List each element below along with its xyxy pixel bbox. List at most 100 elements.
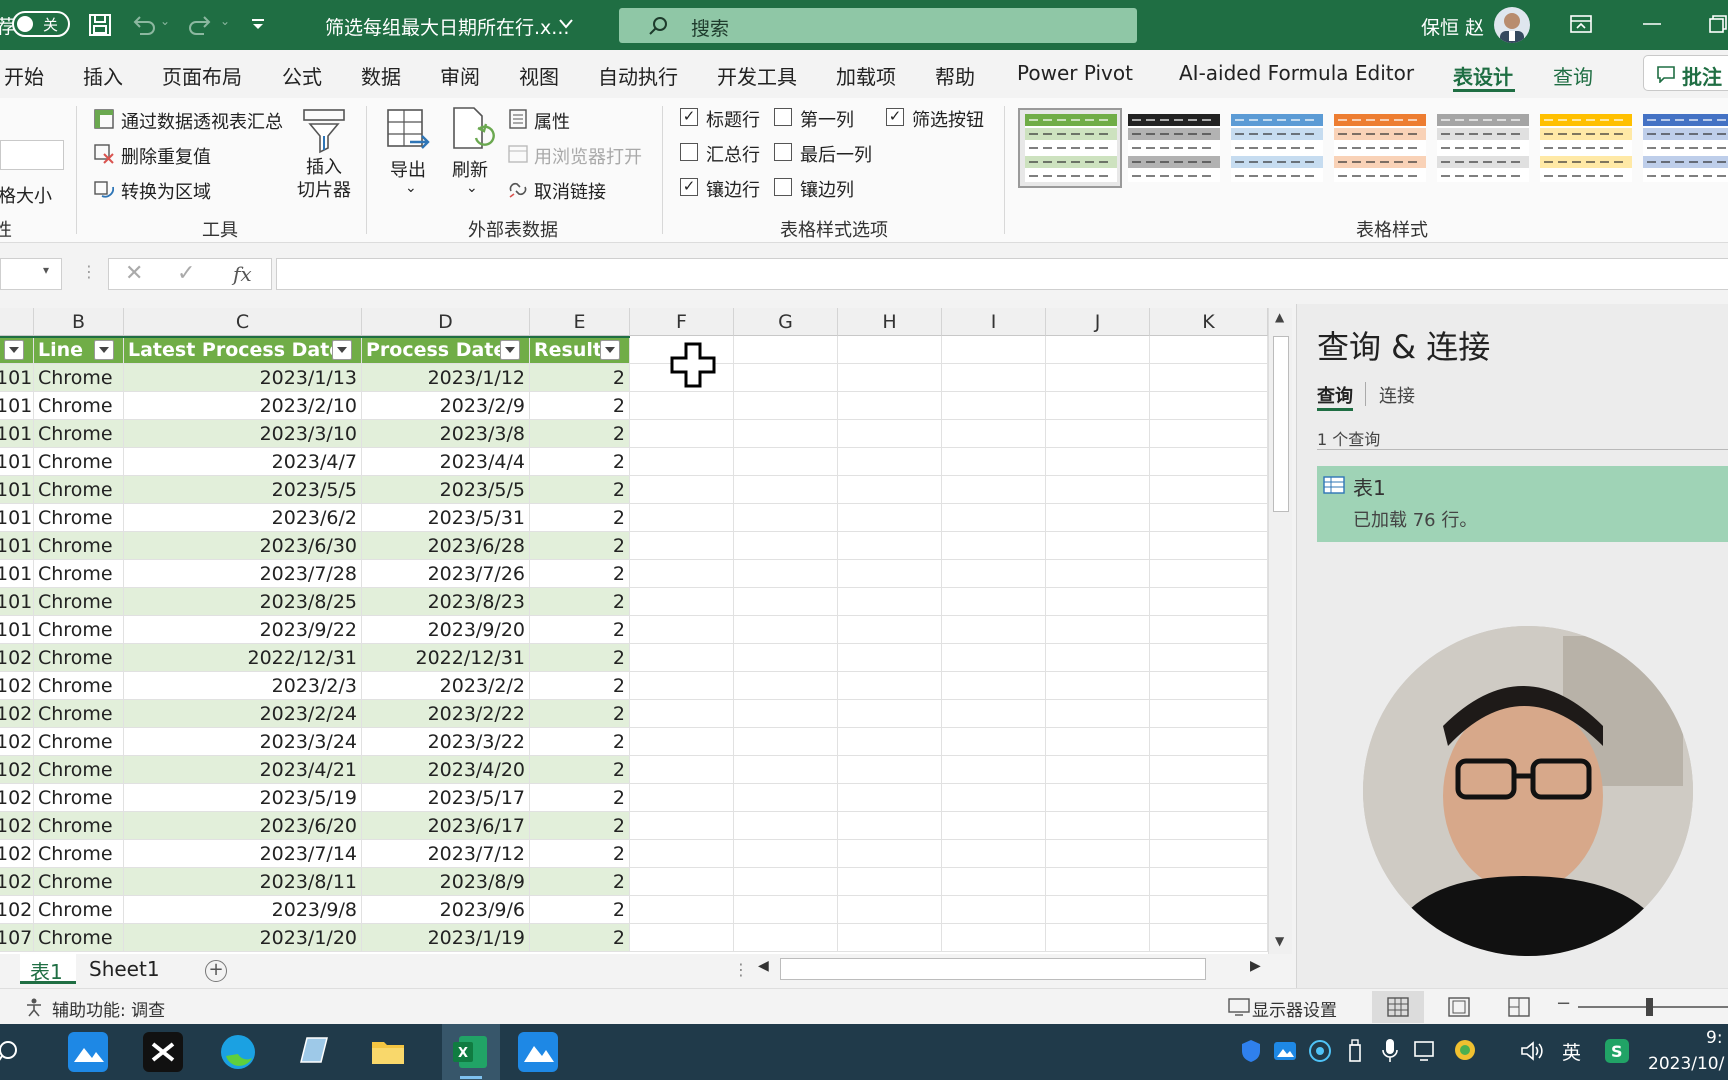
- security-shield-icon[interactable]: [1240, 1038, 1262, 1064]
- table-cell[interactable]: 2: [530, 728, 630, 756]
- empty-cell[interactable]: [734, 392, 838, 420]
- color-app-icon[interactable]: [1453, 1038, 1477, 1062]
- display-tray-icon[interactable]: [1414, 1040, 1440, 1062]
- table-cell[interactable]: 2023/4/4: [362, 448, 530, 476]
- column-header[interactable]: C: [124, 308, 362, 336]
- tab-query[interactable]: 查询: [1553, 61, 1593, 90]
- tab-home[interactable]: 开始: [4, 61, 44, 90]
- table-name-input[interactable]: [0, 140, 64, 170]
- empty-cell[interactable]: [1046, 784, 1150, 812]
- empty-cell[interactable]: [942, 672, 1046, 700]
- table-cell[interactable]: 102: [0, 728, 34, 756]
- table-cell[interactable]: 2023/3/24: [124, 728, 362, 756]
- table-cell[interactable]: 102: [0, 868, 34, 896]
- scroll-up-icon[interactable]: ▲: [1275, 310, 1284, 324]
- table-header-cell[interactable]: Process Date: [362, 336, 530, 364]
- empty-cell[interactable]: [838, 588, 942, 616]
- table-cell[interactable]: 2023/1/20: [124, 924, 362, 952]
- table-cell[interactable]: 2023/4/21: [124, 756, 362, 784]
- column-header[interactable]: B: [34, 308, 124, 336]
- empty-cell[interactable]: [1046, 392, 1150, 420]
- autosave-toggle[interactable]: 关: [12, 11, 70, 37]
- page-break-view-icon[interactable]: [1508, 997, 1530, 1017]
- column-header[interactable]: G: [734, 308, 838, 336]
- table-cell[interactable]: Chrome: [34, 588, 124, 616]
- empty-cell[interactable]: [942, 644, 1046, 672]
- convert-to-range-button[interactable]: 转换为区域: [121, 178, 211, 204]
- table-cell[interactable]: 2023/1/13: [124, 364, 362, 392]
- empty-cell[interactable]: [1046, 588, 1150, 616]
- scroll-down-icon[interactable]: ▼: [1275, 934, 1284, 948]
- table-cell[interactable]: 2023/5/31: [362, 504, 530, 532]
- user-name[interactable]: 保恒 赵: [1421, 13, 1484, 40]
- minimize-icon[interactable]: [1643, 22, 1661, 26]
- column-header[interactable]: E: [530, 308, 630, 336]
- empty-cell[interactable]: [942, 812, 1046, 840]
- properties-button[interactable]: 属性: [534, 108, 570, 134]
- worksheet-grid[interactable]: B C D E F G H I J K Line Latest Process Date Process…: [0, 308, 1268, 954]
- empty-cell[interactable]: [942, 728, 1046, 756]
- table-cell[interactable]: Chrome: [34, 756, 124, 784]
- tab-review[interactable]: 审阅: [440, 61, 480, 90]
- empty-cell[interactable]: [838, 616, 942, 644]
- filter-dropdown-icon[interactable]: [94, 340, 114, 360]
- edge-browser-icon[interactable]: [218, 1032, 258, 1072]
- empty-cell[interactable]: [1150, 728, 1268, 756]
- vertical-scrollbar[interactable]: ▲ ▼: [1268, 308, 1292, 954]
- empty-cell[interactable]: [734, 896, 838, 924]
- table-cell[interactable]: 2023/2/24: [124, 700, 362, 728]
- table-cell[interactable]: 2023/2/3: [124, 672, 362, 700]
- table-cell[interactable]: Chrome: [34, 700, 124, 728]
- table-cell[interactable]: 2023/8/11: [124, 868, 362, 896]
- empty-cell[interactable]: [734, 448, 838, 476]
- table-cell[interactable]: Chrome: [34, 476, 124, 504]
- capcut-app-icon[interactable]: [143, 1032, 183, 1072]
- paint-app-icon[interactable]: [518, 1032, 558, 1072]
- column-header[interactable]: I: [942, 308, 1046, 336]
- table-cell[interactable]: Chrome: [34, 840, 124, 868]
- empty-cell[interactable]: [1046, 672, 1150, 700]
- table-cell[interactable]: 2: [530, 756, 630, 784]
- empty-cell[interactable]: [942, 532, 1046, 560]
- table-cell[interactable]: 101: [0, 448, 34, 476]
- table-style-swatch[interactable]: [1540, 114, 1632, 182]
- empty-cell[interactable]: [630, 560, 734, 588]
- empty-cell[interactable]: [734, 336, 838, 364]
- table-cell[interactable]: 2023/7/12: [362, 840, 530, 868]
- empty-cell[interactable]: [1150, 840, 1268, 868]
- first-column-checkbox[interactable]: [774, 108, 792, 126]
- empty-cell[interactable]: [942, 756, 1046, 784]
- column-header[interactable]: H: [838, 308, 942, 336]
- empty-cell[interactable]: [734, 700, 838, 728]
- empty-cell[interactable]: [630, 392, 734, 420]
- table-cell[interactable]: 102: [0, 812, 34, 840]
- header-row-checkbox[interactable]: ✓: [680, 108, 698, 126]
- undo-dropdown-icon[interactable]: ⌄: [160, 14, 170, 28]
- empty-cell[interactable]: [630, 504, 734, 532]
- empty-cell[interactable]: [1150, 812, 1268, 840]
- empty-cell[interactable]: [734, 476, 838, 504]
- table-cell[interactable]: 2: [530, 812, 630, 840]
- table-cell[interactable]: Chrome: [34, 560, 124, 588]
- normal-view-button[interactable]: [1372, 991, 1424, 1023]
- empty-cell[interactable]: [734, 756, 838, 784]
- empty-cell[interactable]: [1150, 868, 1268, 896]
- empty-cell[interactable]: [1046, 644, 1150, 672]
- empty-cell[interactable]: [838, 868, 942, 896]
- empty-cell[interactable]: [838, 896, 942, 924]
- empty-cell[interactable]: [838, 392, 942, 420]
- table-cell[interactable]: 102: [0, 700, 34, 728]
- banded-columns-checkbox[interactable]: [774, 178, 792, 196]
- empty-cell[interactable]: [1046, 336, 1150, 364]
- table-cell[interactable]: 2: [530, 840, 630, 868]
- empty-cell[interactable]: [734, 672, 838, 700]
- table-cell[interactable]: 2023/9/8: [124, 896, 362, 924]
- cancel-formula-icon[interactable]: ✕: [125, 261, 143, 286]
- empty-cell[interactable]: [942, 364, 1046, 392]
- empty-cell[interactable]: [838, 700, 942, 728]
- table-cell[interactable]: 2: [530, 392, 630, 420]
- empty-cell[interactable]: [630, 896, 734, 924]
- empty-cell[interactable]: [942, 392, 1046, 420]
- empty-cell[interactable]: [838, 924, 942, 952]
- table-cell[interactable]: 2023/6/30: [124, 532, 362, 560]
